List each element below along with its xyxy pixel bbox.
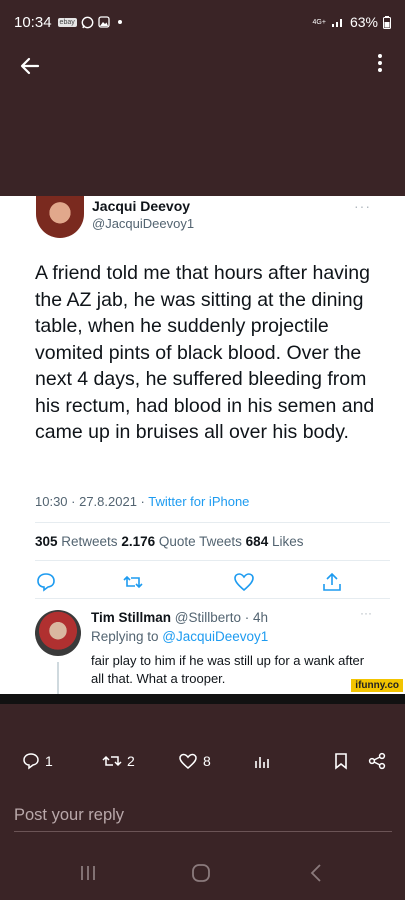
tweet-more-icon: ··· [354, 198, 371, 214]
likes-count: 684 [245, 534, 269, 549]
tweet-timestamp: 10:30 · 27.8.2021 · [35, 494, 149, 509]
share-icon [321, 571, 343, 598]
tweet-meta: 10:30 · 27.8.2021 · Twitter for iPhone [35, 494, 249, 509]
reply-more-icon: ··· [360, 606, 372, 620]
views-icon [255, 757, 269, 768]
reply-input-placeholder: Post your reply [14, 806, 125, 824]
author-name: Jacqui Deevoy [92, 198, 191, 214]
tweet-text: A friend told me that hours after having… [35, 262, 375, 443]
tweet-source: Twitter for iPhone [148, 494, 250, 509]
back-arrow-icon[interactable] [18, 54, 42, 78]
more-options-icon[interactable] [377, 52, 383, 75]
back-nav-icon[interactable] [306, 862, 326, 884]
repost-button[interactable]: 2 [102, 752, 135, 770]
replying-prefix: Replying to [91, 629, 163, 644]
bookmark-button[interactable] [333, 752, 349, 770]
repost-icon [102, 755, 122, 767]
reply-author: Tim Stillman @Stillberto · 4h [91, 610, 268, 625]
notification-icons: ebay [57, 16, 122, 29]
quote-tweets-label: Quote Tweets [155, 534, 246, 549]
share-icon [368, 752, 386, 770]
top-bar [0, 44, 405, 88]
reply-author-name: Tim Stillman [91, 610, 172, 625]
ebay-icon: ebay [57, 17, 77, 27]
status-time: 10:34 [14, 13, 52, 31]
author-handle: @JacquiDeevoy1 [92, 216, 195, 231]
replying-to-handle: @JacquiDeevoy1 [162, 629, 269, 644]
battery-level: 63% [349, 14, 378, 30]
heart-icon [233, 571, 255, 598]
recent-apps-icon[interactable] [78, 863, 98, 883]
bookmark-icon [335, 753, 347, 770]
tweet-stats: 305 Retweets 2.176 Quote Tweets 684 Like… [35, 534, 303, 549]
reply-count: 1 [45, 753, 53, 769]
battery-icon [383, 15, 391, 29]
repost-count: 2 [127, 753, 135, 769]
post-image[interactable]: Jacqui Deevoy @JacquiDeevoy1 ··· A frien… [0, 196, 405, 694]
likes-label: Likes [268, 534, 304, 549]
home-icon[interactable] [190, 862, 212, 884]
ifunny-watermark: ifunny.co [351, 679, 403, 692]
retweet-icon [122, 571, 144, 598]
whatsapp-icon [81, 16, 94, 28]
retweets-count: 305 [35, 534, 58, 549]
heart-icon [179, 753, 197, 769]
image-bottom-edge [0, 694, 405, 704]
engagement-bar: 1 2 8 [0, 752, 405, 778]
network-type: 4G+ [312, 18, 326, 26]
divider [35, 598, 390, 599]
system-nav-bar [0, 855, 405, 895]
divider [35, 522, 390, 523]
divider [35, 560, 390, 561]
reply-button[interactable]: 1 [22, 752, 53, 770]
reply-text: fair play to him if he was still up for … [91, 653, 365, 686]
quote-tweets-count: 2.176 [121, 534, 156, 549]
reply-author-handle: @Stillberto · 4h [171, 610, 269, 625]
comment-icon [23, 753, 39, 770]
tweet-actions [35, 571, 365, 595]
reply-author-avatar [35, 610, 81, 656]
comment-icon [35, 571, 57, 598]
gallery-icon [98, 16, 110, 28]
retweets-label: Retweets [57, 534, 122, 549]
dot-icon [117, 20, 122, 24]
thread-line [57, 662, 59, 694]
status-bar: 10:34 ebay 4G+ 63% [0, 0, 405, 44]
views-button[interactable] [253, 752, 271, 770]
share-button[interactable] [368, 752, 386, 770]
signal-icon [331, 19, 342, 27]
reply-input[interactable]: Post your reply [14, 806, 392, 832]
like-count: 8 [203, 753, 211, 769]
author-avatar [36, 196, 84, 238]
replying-to: Replying to @JacquiDeevoy1 [91, 629, 268, 644]
like-button[interactable]: 8 [178, 752, 211, 770]
